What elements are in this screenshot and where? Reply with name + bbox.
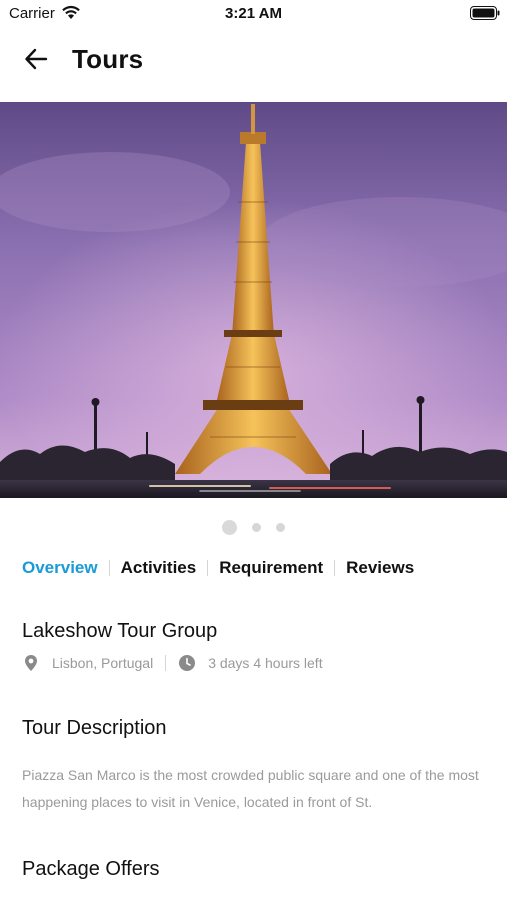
clock-icon [178, 654, 196, 672]
status-time: 3:21 AM [225, 5, 282, 22]
status-bar: Carrier 3:21 AM [0, 0, 507, 28]
pager-dot[interactable] [276, 523, 285, 532]
tab-bar: Overview Activities Requirement Reviews [22, 556, 414, 580]
tab-requirement[interactable]: Requirement [219, 558, 323, 578]
nav-bar: Tours [0, 36, 507, 84]
pager-dot[interactable] [252, 523, 261, 532]
package-offers-heading: Package Offers [22, 858, 160, 880]
page-title: Tours [72, 44, 144, 74]
map-pin-icon [22, 654, 40, 672]
battery-icon [470, 6, 500, 20]
tab-overview[interactable]: Overview [22, 558, 98, 578]
arrow-left-icon [25, 48, 48, 70]
image-pager[interactable] [0, 518, 507, 536]
hero-image[interactable] [0, 102, 507, 498]
description-text: Piazza San Marco is the most crowded pub… [22, 767, 479, 810]
description-heading: Tour Description [22, 717, 167, 739]
tab-divider [334, 560, 336, 576]
tab-activities[interactable]: Activities [121, 558, 197, 578]
pager-dot-active[interactable] [222, 520, 237, 535]
tour-time-left: 3 days 4 hours left [208, 655, 323, 671]
tour-name: Lakeshow Tour Group [22, 620, 218, 642]
back-button[interactable] [18, 44, 54, 74]
tour-meta: Lisbon, Portugal 3 days 4 hours left [22, 652, 323, 674]
tab-divider [207, 560, 209, 576]
tab-divider [108, 560, 110, 576]
tour-location: Lisbon, Portugal [52, 655, 154, 671]
meta-divider [165, 655, 167, 671]
tab-reviews[interactable]: Reviews [346, 558, 414, 578]
